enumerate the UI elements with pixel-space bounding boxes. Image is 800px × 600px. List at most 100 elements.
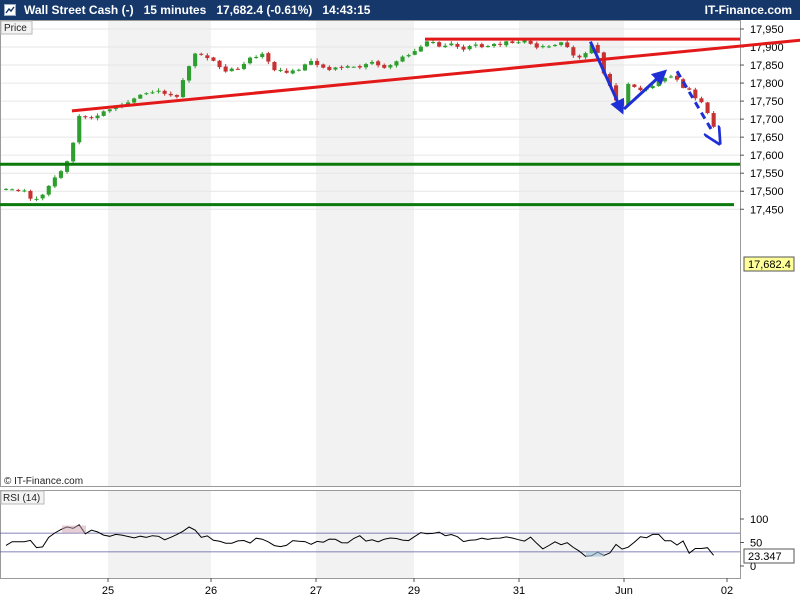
rsi-overbought-fill — [62, 525, 86, 534]
candle — [241, 61, 246, 71]
price-label: Price — [4, 23, 27, 34]
candle — [260, 52, 265, 59]
day-band — [316, 491, 414, 578]
candle — [437, 41, 442, 48]
price-tick-label: 17,700 — [750, 114, 784, 126]
candle — [180, 78, 185, 99]
candle — [418, 44, 423, 52]
candle-body — [382, 64, 387, 68]
candle-body — [559, 42, 564, 45]
candle — [254, 55, 259, 59]
candle — [693, 87, 698, 101]
candle-body — [77, 115, 82, 143]
candle-body — [400, 56, 405, 62]
rsi-panel-label: RSI (14) — [0, 490, 45, 505]
candle-body — [571, 47, 576, 56]
candle — [699, 96, 704, 104]
candle-body — [540, 46, 545, 48]
candle-body — [668, 76, 673, 78]
chart-canvas[interactable]: Price RSI (14) © IT-Finance.com 17,950 17… — [0, 0, 800, 600]
time-tick-label: 25 — [102, 585, 114, 597]
candle-body — [534, 43, 539, 48]
candle-body — [357, 66, 362, 68]
candle — [467, 44, 472, 51]
candle — [40, 193, 45, 201]
candle-body — [461, 46, 466, 50]
candle-body — [309, 61, 314, 65]
candle-body — [205, 55, 210, 59]
candle — [455, 42, 460, 49]
candle-body — [406, 55, 411, 57]
candle-body — [638, 87, 643, 91]
candle-body — [412, 51, 417, 55]
candle — [138, 94, 143, 100]
candle — [193, 52, 198, 69]
candle-body — [211, 57, 216, 61]
candle — [302, 63, 307, 71]
candle — [272, 61, 277, 72]
candle-body — [28, 190, 33, 199]
candle-body — [199, 53, 204, 55]
candle-body — [528, 40, 533, 44]
price-panel-label: Price — [0, 20, 33, 35]
candle-body — [168, 93, 173, 96]
candle-body — [418, 46, 423, 52]
candle — [187, 65, 192, 83]
day-band — [519, 491, 624, 578]
candle-body — [156, 90, 161, 92]
candle-body — [83, 116, 88, 118]
candle-body — [327, 66, 332, 71]
price-axis: 17,95017,90017,85017,80017,75017,70017,6… — [740, 24, 784, 216]
candle-body — [516, 42, 521, 44]
projected-arrow — [675, 70, 718, 142]
candle-body — [107, 109, 112, 112]
candle — [229, 67, 234, 72]
candle-body — [284, 70, 289, 73]
candle-body — [339, 66, 344, 68]
candle-body — [10, 189, 15, 191]
rsi-tick-label: 50 — [750, 538, 762, 550]
candle — [22, 188, 27, 193]
candle-body — [632, 84, 637, 87]
candle — [498, 41, 503, 48]
candle-body — [58, 171, 63, 178]
candle-body — [485, 46, 490, 48]
candle — [632, 84, 637, 88]
time-tick-label: 31 — [513, 585, 525, 597]
candle-body — [498, 43, 503, 45]
candle — [638, 85, 643, 92]
candle — [52, 175, 57, 189]
candle-body — [424, 41, 429, 47]
candle-body — [662, 78, 667, 82]
candle-body — [553, 44, 558, 47]
candle — [278, 67, 283, 73]
candle-body — [22, 190, 27, 192]
candle — [284, 68, 289, 74]
candle-body — [187, 66, 192, 81]
candle — [248, 56, 253, 65]
candle — [687, 86, 692, 91]
time-tick-label: 29 — [408, 585, 420, 597]
candle-body — [4, 188, 9, 190]
candle-body — [89, 117, 94, 119]
candle-body — [235, 68, 240, 70]
candle — [235, 67, 240, 70]
candle-body — [241, 63, 246, 69]
price-tick-label: 17,500 — [750, 186, 784, 198]
time-tick-label: 02 — [721, 585, 733, 597]
candle — [83, 115, 88, 120]
candle — [28, 189, 33, 201]
candle-body — [504, 41, 509, 46]
candle — [65, 160, 70, 174]
candle — [290, 68, 295, 75]
candle — [10, 188, 15, 191]
time-tick-label: 26 — [205, 585, 217, 597]
price-tick-label: 17,650 — [750, 132, 784, 144]
price-tick-label: 17,750 — [750, 96, 784, 108]
candle-body — [546, 46, 551, 48]
candle-body — [46, 185, 51, 195]
candle-body — [217, 60, 222, 68]
candle-body — [193, 53, 198, 67]
candle — [461, 44, 466, 52]
candle-body — [223, 66, 228, 72]
